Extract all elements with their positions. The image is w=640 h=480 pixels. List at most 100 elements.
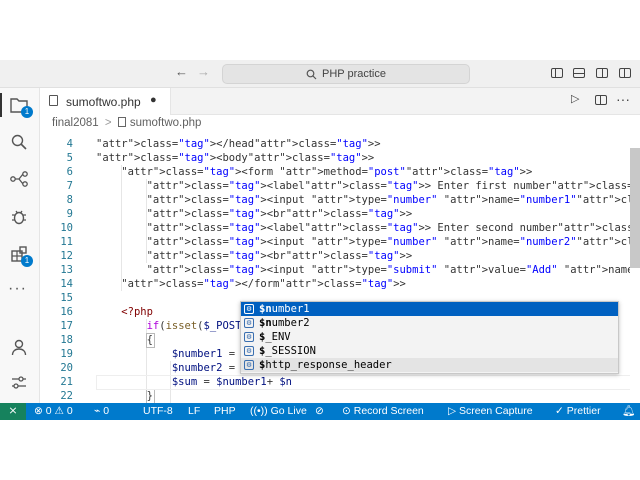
line-number: 21 [60, 376, 73, 388]
tab-label: sumoftwo.php [66, 95, 141, 109]
manage-gear-icon[interactable] [7, 371, 31, 395]
line-code: "attr">class="tag"></head"attr">class="t… [96, 138, 381, 150]
line-code: "attr">class="tag"><input "attr">type="n… [146, 194, 630, 206]
source-control-icon[interactable] [7, 167, 31, 191]
breadcrumb-folder[interactable]: final2081 [52, 117, 99, 129]
autocomplete-suggestions[interactable]: ⚙ $number1 ⚙ $number2 ⚙ $_ENV ⚙ $_SESSION ⚙ $http… [240, 301, 619, 374]
record-screen-label: Record Screen [353, 405, 424, 417]
unsaved-dot-icon[interactable]: ● [150, 94, 157, 106]
record-icon: ⊙ [342, 405, 351, 417]
line-number: 13 [60, 264, 73, 276]
notifications-icon[interactable]: 🔔︎ [622, 403, 635, 420]
line-number: 11 [60, 236, 73, 248]
broadcast-icon: ((•)) [250, 405, 268, 417]
explorer-badge: 1 [21, 106, 33, 118]
tab-sumoftwo[interactable]: sumoftwo.php ● [40, 88, 171, 115]
ports-indicator[interactable]: ⌁ 0 [94, 403, 109, 420]
variable-icon: ⚙ [244, 318, 254, 328]
language-selector[interactable]: PHP [214, 403, 236, 420]
split-editor-icon[interactable] [595, 95, 607, 105]
prettier-label: Prettier [566, 405, 601, 417]
line-number: 4 [66, 138, 73, 150]
line-number: 17 [60, 320, 73, 332]
run-debug-icon[interactable] [7, 205, 31, 229]
line-number: 19 [60, 348, 73, 360]
variable-icon: ⚙ [244, 304, 254, 314]
suggestion-item[interactable]: ⚙ $number1 [241, 302, 618, 316]
screen-capture-button[interactable]: ▷ Screen Capture [448, 403, 533, 420]
account-icon[interactable] [7, 335, 31, 359]
code-line[interactable]: 13 "attr">class="tag"><input "attr">type… [40, 263, 630, 277]
suggestion-item[interactable]: ⚙ $http_response_header [241, 358, 618, 372]
prettier-button[interactable]: ✓ Prettier [555, 403, 601, 420]
code-line[interactable]: 12 "attr">class="tag"><br"attr">class="t… [40, 249, 630, 263]
line-number: 10 [60, 222, 73, 234]
current-line-highlight [96, 375, 630, 390]
code-line[interactable]: 22 } [40, 389, 630, 403]
breadcrumb-file[interactable]: sumoftwo.php [130, 117, 202, 129]
code-line[interactable]: 8 "attr">class="tag"><input "attr">type=… [40, 193, 630, 207]
bell-icon[interactable]: ⊘ [315, 403, 324, 420]
variable-icon: ⚙ [244, 332, 254, 342]
line-code: if(isset($_POST [146, 320, 242, 332]
code-line[interactable]: 9 "attr">class="tag"><br"attr">class="ta… [40, 207, 630, 221]
record-screen-button[interactable]: ⊙ Record Screen [342, 403, 424, 420]
screen-capture-label: Screen Capture [459, 405, 533, 417]
suggestion-item[interactable]: ⚙ $_SESSION [241, 344, 618, 358]
search-icon [306, 69, 317, 79]
code-line[interactable]: 5 "attr">class="tag"><body"attr">class="t… [40, 151, 630, 165]
customize-layout-icon[interactable] [619, 68, 631, 78]
code-line[interactable]: 10 "attr">class="tag"><label"attr">class… [40, 221, 630, 235]
suggestion-item[interactable]: ⚙ $number2 [241, 316, 618, 330]
eol-selector[interactable]: LF [188, 403, 200, 420]
variable-icon: ⚙ [244, 360, 254, 370]
editor-scrollbar[interactable] [630, 148, 640, 268]
code-line[interactable]: 14 "attr">class="tag"></form"attr">class… [40, 277, 630, 291]
line-number: 6 [66, 166, 73, 178]
line-code: "attr">class="tag"><body"attr">class="ta… [96, 152, 375, 164]
extensions-badge: 1 [21, 255, 33, 267]
code-line[interactable]: 6 "attr">class="tag"><form "attr">method… [40, 165, 630, 179]
line-number: 12 [60, 250, 73, 262]
line-number: 16 [60, 306, 73, 318]
remote-icon[interactable]: ⨯ [0, 403, 26, 420]
forward-arrow-icon[interactable]: → [197, 64, 210, 79]
line-code: $number2 = [171, 362, 236, 374]
line-number: 14 [60, 278, 73, 290]
line-code: "attr">class="tag"></form"attr">class="t… [121, 278, 406, 290]
go-live-button[interactable]: ((•)) Go Live [250, 403, 307, 420]
run-icon[interactable]: ▷ [571, 92, 579, 105]
toggle-primary-sidebar-icon[interactable] [551, 68, 563, 78]
line-number: 18 [60, 334, 73, 346]
line-code: "attr">class="tag"><br"attr">class="tag"… [146, 208, 413, 220]
more-icon[interactable]: ··· [8, 280, 27, 298]
suggestion-label: $number1 [259, 303, 310, 315]
encoding-selector[interactable]: UTF-8 [143, 403, 173, 420]
code-line[interactable]: 4 "attr">class="tag"></head"attr">class="… [40, 137, 630, 151]
problems-indicator[interactable]: ⊗ 0 ⚠ 0 [34, 403, 73, 420]
line-code: "attr">class="tag"><br"attr">class="tag"… [146, 250, 413, 262]
toggle-panel-icon[interactable] [573, 68, 585, 78]
line-code: $number1 = [171, 348, 236, 360]
suggestion-item[interactable]: ⚙ $_ENV [241, 330, 618, 344]
more-actions-icon[interactable]: ··· [616, 91, 630, 107]
code-line[interactable]: 7 "attr">class="tag"><label"attr">class=… [40, 179, 630, 193]
search-icon[interactable] [7, 130, 31, 154]
line-code: "attr">class="tag"><input "attr">type="n… [146, 236, 630, 248]
suggestion-label: $number2 [259, 317, 310, 329]
toggle-secondary-sidebar-icon[interactable] [596, 68, 608, 78]
code-line[interactable]: 11 "attr">class="tag"><input "attr">type… [40, 235, 630, 249]
error-count: 0 [45, 405, 52, 417]
line-code: "attr">class="tag"><label"attr">class="t… [146, 180, 630, 192]
extensions-icon[interactable]: 1 [7, 242, 33, 267]
back-arrow-icon[interactable]: ← [175, 64, 188, 79]
explorer-icon[interactable]: 1 [7, 93, 33, 118]
line-code: "attr">class="tag"><input "attr">type="s… [146, 264, 630, 276]
suggestion-label: $_SESSION [259, 345, 316, 357]
line-number: 9 [66, 208, 73, 220]
line-code: } [96, 390, 153, 402]
command-center-search[interactable]: PHP practice [222, 64, 470, 84]
suggestion-label: $http_response_header [259, 359, 392, 371]
ports-count: 0 [103, 405, 110, 417]
breadcrumb: final2081 > sumoftwo.php [52, 117, 201, 129]
